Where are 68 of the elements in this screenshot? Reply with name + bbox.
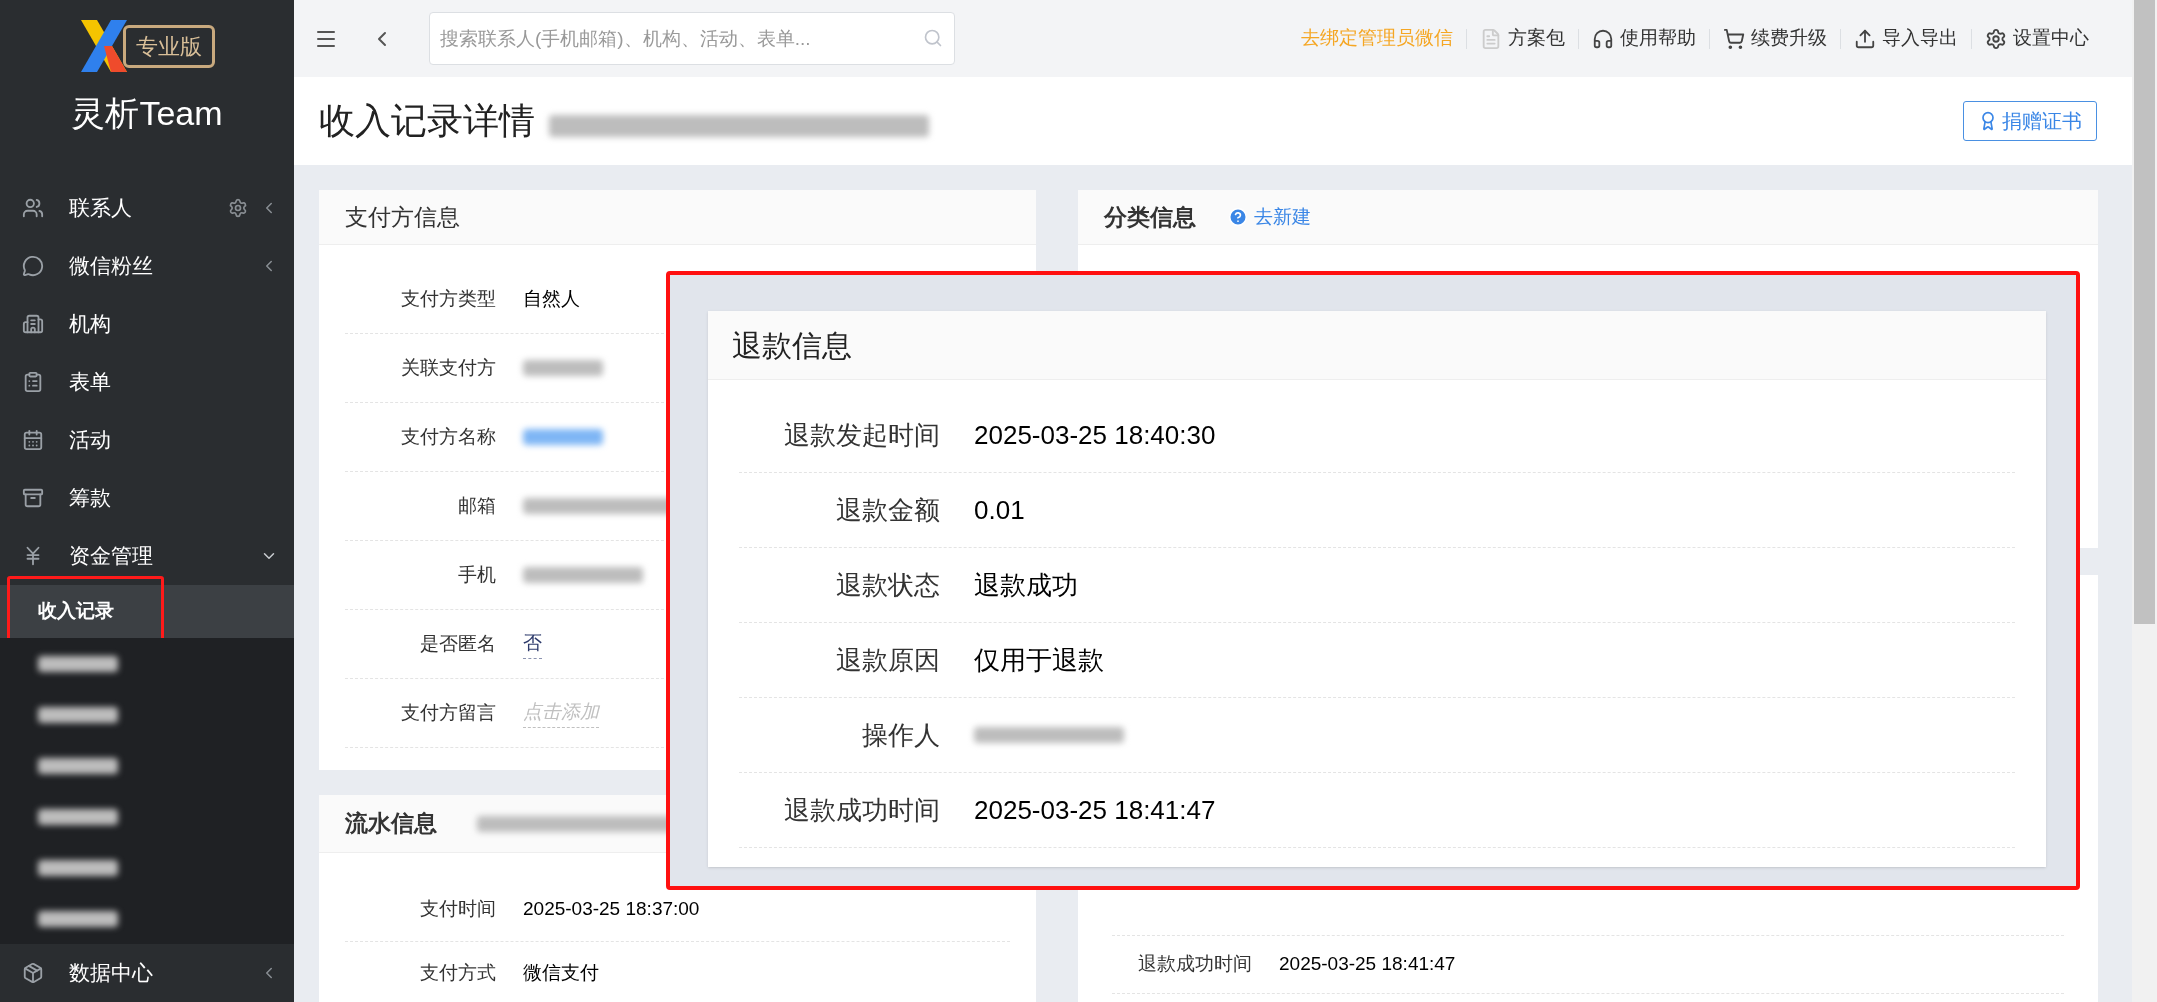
field-label: 支付方式	[419, 961, 496, 986]
boxes-icon	[22, 962, 44, 984]
field-value: 退款成功	[974, 568, 1078, 602]
field-label: 支付方名称	[400, 424, 496, 449]
field-value: 2025-03-25 18:40:30	[974, 418, 1216, 452]
chat-bubble-icon	[22, 255, 44, 277]
field-label: 退款原因	[835, 643, 940, 677]
top-bar-link[interactable]: 导入导出	[1854, 24, 1958, 53]
top-bar-link[interactable]: 设置中心	[1985, 24, 2089, 53]
field-label: 手机	[457, 562, 496, 587]
field-label: 退款成功时间	[783, 793, 940, 827]
sidebar-subitem[interactable]	[0, 893, 294, 944]
field-label: 是否匿名	[419, 631, 496, 656]
sidebar-item[interactable]: 资金管理	[0, 527, 294, 585]
field-value: 2025-03-25 18:37:00	[523, 897, 700, 922]
editable-value[interactable]: 否	[523, 629, 542, 659]
sidebar-item[interactable]: 表单	[0, 353, 294, 411]
field-value: 0.01	[974, 493, 1025, 527]
logo-icon	[79, 18, 129, 74]
headset-icon	[1592, 27, 1614, 50]
upload-icon	[1854, 27, 1876, 50]
field-value: 自然人	[523, 286, 580, 311]
help-icon	[1228, 207, 1248, 227]
field-label: 退款发起时间	[783, 418, 940, 452]
page-title: 收入记录详情	[319, 99, 535, 143]
settings-icon[interactable]	[228, 198, 248, 218]
sidebar-item[interactable]: 筹款	[0, 469, 294, 527]
field-label: 支付时间	[419, 897, 496, 922]
field-value: 2025-03-25 18:41:47	[974, 793, 1216, 827]
field-label: 退款状态	[835, 568, 940, 602]
field-value: 仅用于退款	[974, 643, 1104, 677]
create-link[interactable]: 去新建	[1228, 202, 1311, 232]
field-label: 操作人	[861, 718, 940, 752]
field-value: 2025-03-25 18:41:47	[1279, 952, 1456, 977]
settings-icon	[1985, 27, 2007, 50]
search-field[interactable]: 搜索联系人(手机邮箱)、机构、活动、表单...	[429, 12, 955, 65]
card-title: 流水信息	[345, 809, 437, 839]
card-title: 支付方信息	[345, 202, 460, 232]
top-bar-link[interactable]: 方案包	[1480, 24, 1565, 53]
field-label: 邮箱	[457, 493, 496, 518]
box-icon	[22, 487, 44, 509]
clipboard-icon	[22, 371, 44, 393]
scrollbar[interactable]	[2132, 0, 2157, 1002]
sidebar-item[interactable]: 联系人	[0, 179, 294, 237]
field-label: 支付方类型	[400, 286, 496, 311]
sidebar-subitem[interactable]	[0, 638, 294, 689]
card-title: 退款信息	[732, 327, 852, 364]
field-label: 支付方留言	[400, 700, 496, 725]
top-bar-link[interactable]: 使用帮助	[1592, 24, 1696, 53]
calendar-icon	[22, 429, 44, 451]
sidebar-subitem[interactable]: 收入记录	[0, 585, 294, 638]
sidebar-item[interactable]: 机构	[0, 295, 294, 353]
top-bar-link[interactable]: 续费升级	[1723, 24, 1827, 53]
edition-badge: 专业版	[123, 24, 215, 68]
field-label: 关联支付方	[400, 355, 496, 380]
field-value: 微信支付	[523, 961, 599, 986]
cart-icon	[1723, 27, 1745, 50]
field-label: 退款成功时间	[1137, 952, 1252, 977]
people-icon	[22, 197, 44, 219]
brand-name: 灵析Team	[71, 93, 223, 134]
sidebar-item[interactable]: 微信粉丝	[0, 237, 294, 295]
document-icon	[1480, 27, 1502, 50]
card-title: 分类信息	[1104, 202, 1196, 232]
sidebar-item[interactable]: 活动	[0, 411, 294, 469]
sidebar-item[interactable]: 数据中心	[0, 944, 294, 1002]
building-icon	[22, 313, 44, 335]
certificate-button[interactable]: 捐赠证书	[1963, 101, 2097, 141]
field-label: 退款金额	[835, 493, 940, 527]
